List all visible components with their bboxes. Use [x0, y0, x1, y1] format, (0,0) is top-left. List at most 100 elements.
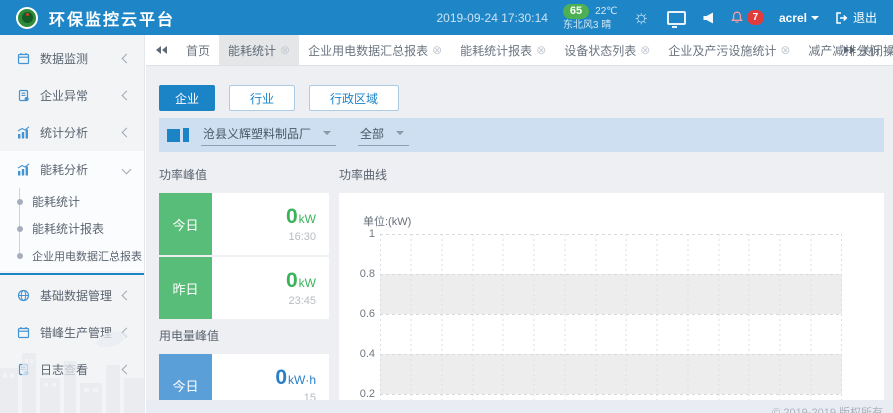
- card-label: 昨日: [159, 257, 212, 319]
- card-unit: kW·h: [288, 373, 316, 387]
- sidebar-subitem-energy-statistics[interactable]: 能耗统计: [0, 188, 144, 215]
- card-unit: kW: [299, 212, 316, 226]
- card-time: 23:45: [288, 295, 316, 307]
- sidebar-subitem-power-summary-report[interactable]: 企业用电数据汇总报表: [0, 242, 144, 269]
- sidebar-item-label: 能耗分析: [40, 161, 88, 178]
- power-peak-title: 功率峰值: [159, 166, 329, 183]
- speaker-icon[interactable]: [703, 12, 714, 24]
- bullet-icon: [17, 226, 23, 232]
- sidebar-subitem-energy-report[interactable]: 能耗统计报表: [0, 215, 144, 242]
- tab-home[interactable]: 首页: [177, 35, 219, 65]
- bullet-icon: [17, 253, 23, 259]
- scope-select[interactable]: 全部: [358, 125, 409, 146]
- chevron-down-icon: [811, 16, 819, 20]
- card-value: 0: [275, 366, 287, 390]
- sidebar-item-basic-data-management[interactable]: 基础数据管理: [0, 277, 144, 314]
- close-tab-icon[interactable]: ⊗: [640, 44, 650, 56]
- y-axis-tick: 0.4: [343, 348, 375, 360]
- tab-power-summary-report[interactable]: 企业用电数据汇总报表 ⊗: [299, 35, 451, 65]
- tab-label: 首页: [186, 42, 210, 59]
- tab-device-status-list[interactable]: 设备状态列表 ⊗: [555, 35, 659, 65]
- tab-pollution-facility-statistics[interactable]: 企业及产污设施统计 ⊗: [659, 35, 799, 65]
- company-select[interactable]: 沧县义辉塑料制品厂: [201, 125, 336, 146]
- notification-count-badge: 7: [747, 10, 764, 25]
- top-header: 环保监控云平台 2019-09-24 17:30:14 65 22℃ 东北风3 …: [0, 0, 893, 35]
- sidebar-item-label: 企业异常: [40, 87, 88, 104]
- energy-peak-title: 用电量峰值: [159, 327, 329, 344]
- user-menu[interactable]: acrel: [779, 11, 819, 25]
- chart-column: 功率曲线 单位:(kW) 1 0.8 0.6 0.4 0.2: [339, 160, 884, 413]
- panel-marker-icon: [167, 128, 189, 142]
- chevron-down-icon: [122, 165, 132, 175]
- sidebar-subitem-label: 企业用电数据汇总报表: [32, 248, 142, 264]
- power-peak-yesterday-card: 昨日 0kW 23:45: [159, 257, 329, 319]
- sidebar-item-statistics-analysis[interactable]: 统计分析: [0, 114, 144, 151]
- app-logo-icon: [16, 7, 38, 29]
- industry-view-button[interactable]: 行业: [229, 85, 295, 111]
- close-tab-icon[interactable]: ⊗: [280, 44, 290, 56]
- temperature-text: 22℃: [595, 5, 617, 18]
- sidebar-item-energy-analysis[interactable]: 能耗分析: [0, 151, 144, 188]
- tab-bar: 首页 能耗统计 ⊗ 企业用电数据汇总报表 ⊗ 能耗统计报表 ⊗ 设备状态列表 ⊗…: [146, 35, 893, 66]
- chevron-left-icon: [122, 291, 132, 301]
- close-tab-icon[interactable]: ⊗: [536, 44, 546, 56]
- close-tab-icon[interactable]: ⊗: [780, 44, 790, 56]
- globe-icon: [17, 289, 30, 302]
- close-tab-icon[interactable]: ⊗: [432, 44, 442, 56]
- card-unit: kW: [299, 276, 316, 290]
- sidebar-sublist: 能耗统计 能耗统计报表 企业用电数据汇总报表: [0, 188, 144, 271]
- monitor-screen-icon[interactable]: [667, 11, 686, 25]
- chart-title: 功率曲线: [339, 166, 884, 183]
- sidebar-item-label: 数据监测: [40, 50, 88, 67]
- notification-bell[interactable]: 7: [729, 10, 764, 25]
- y-axis-tick: 0.2: [343, 388, 375, 400]
- username-text: acrel: [779, 11, 807, 25]
- sidebar-subitem-label: 能耗统计: [32, 193, 80, 210]
- card-time: 16:30: [288, 231, 316, 243]
- bar-chart-icon: [17, 126, 30, 139]
- sidebar-item-data-monitoring[interactable]: 数据监测: [0, 40, 144, 77]
- weather-widget: 65 22℃ 东北风3 晴: [563, 4, 618, 32]
- datetime-text: 2019-09-24 17:30:14: [436, 11, 547, 25]
- power-peak-today-card: 今日 0kW 16:30: [159, 193, 329, 255]
- chevron-left-icon: [122, 91, 132, 101]
- region-view-button[interactable]: 行政区域: [309, 85, 399, 111]
- clipboard-icon: [17, 89, 30, 102]
- chevron-down-icon: [323, 131, 331, 135]
- main-content: 企业 行业 行政区域 沧县义辉塑料制品厂 全部 功率峰值 今日 0kW: [146, 65, 893, 413]
- close-operations-menu[interactable]: 关闭操作: [859, 35, 893, 65]
- footer: © 2019-2019 版权所有: [146, 400, 893, 413]
- enterprise-view-button[interactable]: 企业: [159, 85, 215, 111]
- city-skyline-watermark: [0, 323, 145, 413]
- logout-icon: [834, 11, 848, 25]
- logout-label: 退出: [853, 9, 877, 26]
- sidebar-item-enterprise-anomaly[interactable]: 企业异常: [0, 77, 144, 114]
- y-axis-tick: 0.6: [343, 308, 375, 320]
- bell-icon: [729, 10, 745, 25]
- chevron-down-icon: [396, 131, 404, 135]
- bullet-icon: [17, 199, 23, 205]
- y-axis-tick: 0.8: [343, 268, 375, 280]
- aqi-badge: 65: [563, 4, 589, 19]
- scope-select-value: 全部: [360, 125, 384, 142]
- scroll-tabs-left-button[interactable]: [146, 35, 177, 65]
- chevron-left-icon: [122, 54, 132, 64]
- sidebar: 数据监测 企业异常 统计分析 能耗分析 能耗统计: [0, 35, 145, 413]
- sidebar-group-energy-analysis: 能耗分析 能耗统计 能耗统计报表 企业用电数据汇总报表: [0, 151, 144, 271]
- sidebar-subitem-label: 能耗统计报表: [32, 220, 104, 237]
- tab-label: 企业及产污设施统计: [668, 42, 776, 59]
- filter-bar: 沧县义辉塑料制品厂 全部: [159, 118, 884, 152]
- tab-energy-statistics[interactable]: 能耗统计 ⊗: [219, 35, 299, 65]
- view-switcher: 企业 行业 行政区域: [159, 85, 884, 111]
- sidebar-divider: [0, 273, 144, 275]
- chevron-left-icon: [122, 128, 132, 138]
- logout-button[interactable]: 退出: [834, 9, 877, 26]
- app-title: 环保监控云平台: [49, 6, 175, 30]
- sidebar-item-label: 基础数据管理: [40, 287, 112, 304]
- tab-label: 能耗统计报表: [460, 42, 532, 59]
- chart-grid: [380, 234, 842, 405]
- tab-energy-report[interactable]: 能耗统计报表 ⊗: [451, 35, 555, 65]
- tab-label: 能耗统计: [228, 42, 276, 59]
- tab-label: 设备状态列表: [564, 42, 636, 59]
- company-select-value: 沧县义辉塑料制品厂: [203, 125, 311, 142]
